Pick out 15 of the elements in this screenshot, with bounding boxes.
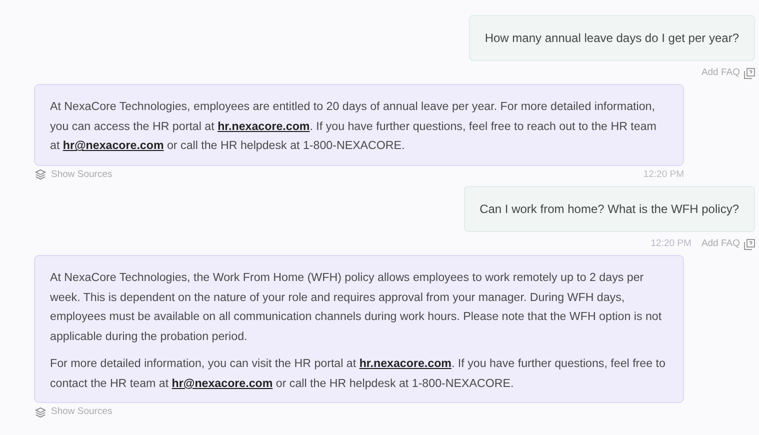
link[interactable]: hr@nexacore.com (172, 376, 273, 390)
answer-paragraph: For more detailed information, you can visit the HR portal at hr.nexacore.com. If you have further questions, feel free to contact the HR team at hr@nexacore.com or call the HR helpdesk at 1-800-NEXACORE. (50, 356, 666, 392)
link[interactable]: hr.nexacore.com (218, 120, 310, 133)
link[interactable]: hr.nexacore.com (359, 357, 452, 370)
answer-paragraph: At NexaCore Technologies, the Work From Home (WFH) policy allows employees to work remotely up to 2 days per week. This is dependent on the nature of your role and requires approval from your manager. During WFH days, employees must be available on all communication channels during work hours. Please note that the WFH option is not applicable during the probation period. (50, 270, 663, 345)
user-message: Can I work from home? What is the WFH policy? (464, 186, 755, 232)
answer-paragraph: At NexaCore Technologies, employees are entitled to 20 days of annual leave per year. For more detailed information, you can access the HR portal at hr.nexacore.com. If you have further questions, feel free to reach out to the HR team at hr@nexacore.com or call the HR helpdesk at 1-800-NEXACORE. (50, 99, 658, 154)
faq-icon[interactable] (744, 238, 755, 250)
layers-icon (35, 406, 46, 418)
timestamp: 12:20 PM (650, 237, 692, 251)
faq-icon[interactable] (744, 68, 755, 79)
user-message: How many annual leave days do I get per year? (468, 15, 755, 61)
layers-icon (35, 169, 46, 180)
timestamp: 12:20 PM (643, 168, 684, 182)
link[interactable]: hr@nexacore.com (62, 139, 164, 152)
